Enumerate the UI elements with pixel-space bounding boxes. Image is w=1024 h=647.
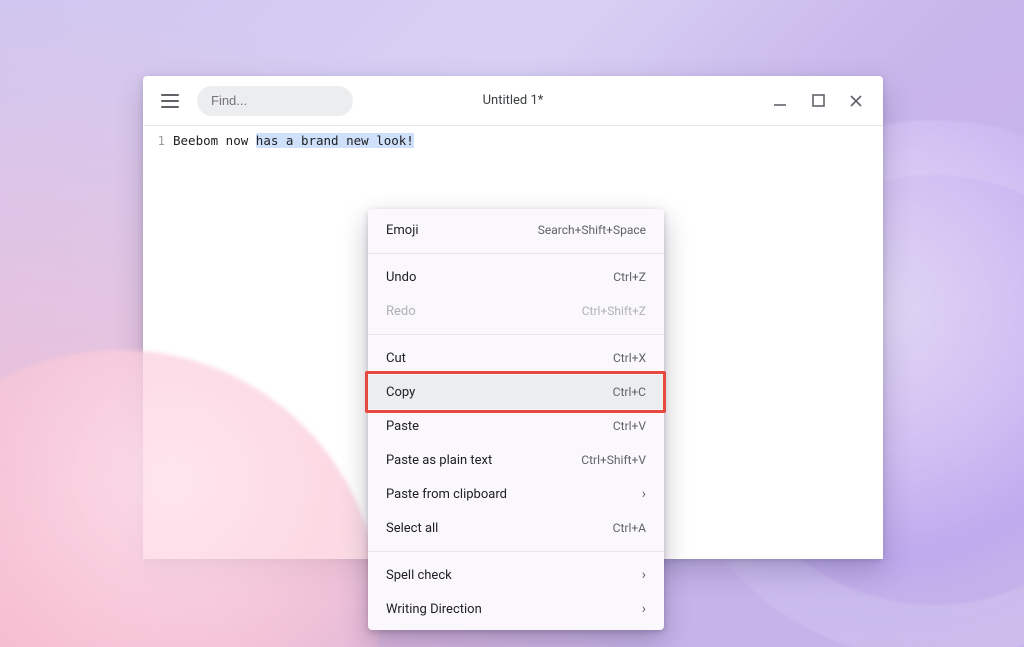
text-selection: has a brand new look! (256, 133, 414, 148)
menu-shortcut: Ctrl+X (613, 351, 646, 365)
menu-label: Paste from clipboard (386, 487, 507, 502)
menu-item-redo: Redo Ctrl+Shift+Z (368, 294, 664, 328)
menu-shortcut: Ctrl+Z (613, 270, 646, 284)
editor-text[interactable]: Beebom now has a brand new look! (173, 132, 414, 150)
menu-separator (368, 334, 664, 335)
text-plain: Beebom now (173, 133, 256, 148)
chevron-right-icon: › (642, 602, 646, 616)
menu-item-writing-direction[interactable]: Writing Direction › (368, 592, 664, 626)
menu-separator (368, 253, 664, 254)
menu-label: Select all (386, 521, 438, 536)
menu-separator (368, 551, 664, 552)
menu-shortcut: Ctrl+V (613, 419, 646, 433)
menu-item-select-all[interactable]: Select all Ctrl+A (368, 511, 664, 545)
minimize-button[interactable] (773, 94, 787, 108)
menu-label: Paste (386, 419, 419, 434)
menu-label: Emoji (386, 223, 418, 238)
menu-item-emoji[interactable]: Emoji Search+Shift+Space (368, 213, 664, 247)
editor-area[interactable]: 1 Beebom now has a brand new look! Emoji… (143, 126, 883, 559)
menu-button[interactable] (161, 89, 185, 113)
menu-label: Writing Direction (386, 602, 482, 617)
menu-item-paste-from-clipboard[interactable]: Paste from clipboard › (368, 477, 664, 511)
menu-item-paste-as-plain-text[interactable]: Paste as plain text Ctrl+Shift+V (368, 443, 664, 477)
editor-line: 1 Beebom now has a brand new look! (143, 132, 883, 150)
menu-label: Paste as plain text (386, 453, 492, 468)
text-editor-window: Untitled 1* (143, 76, 883, 559)
menu-label: Redo (386, 304, 416, 319)
menu-label: Cut (386, 351, 406, 366)
chevron-right-icon: › (642, 568, 646, 582)
maximize-button[interactable] (811, 94, 825, 108)
context-menu: Emoji Search+Shift+Space Undo Ctrl+Z Redo Ctr… (368, 209, 664, 630)
menu-shortcut: Ctrl+A (613, 521, 646, 535)
menu-shortcut: Search+Shift+Space (538, 223, 646, 237)
menu-label: Undo (386, 270, 416, 285)
menu-label: Copy (386, 385, 415, 400)
menu-label: Spell check (386, 568, 452, 583)
chevron-right-icon: › (642, 487, 646, 501)
title-bar: Untitled 1* (143, 76, 883, 125)
menu-shortcut: Ctrl+C (613, 385, 646, 399)
line-number: 1 (143, 132, 165, 150)
desktop-wallpaper: Untitled 1* (0, 0, 1024, 647)
menu-shortcut: Ctrl+Shift+Z (582, 304, 646, 318)
menu-item-copy[interactable]: Copy Ctrl+C (368, 375, 664, 409)
menu-shortcut: Ctrl+Shift+V (581, 453, 646, 467)
menu-item-spell-check[interactable]: Spell check › (368, 558, 664, 592)
menu-item-cut[interactable]: Cut Ctrl+X (368, 341, 664, 375)
window-controls (773, 94, 871, 108)
menu-item-undo[interactable]: Undo Ctrl+Z (368, 260, 664, 294)
menu-item-paste[interactable]: Paste Ctrl+V (368, 409, 664, 443)
close-button[interactable] (849, 94, 863, 108)
find-input[interactable] (197, 86, 353, 116)
